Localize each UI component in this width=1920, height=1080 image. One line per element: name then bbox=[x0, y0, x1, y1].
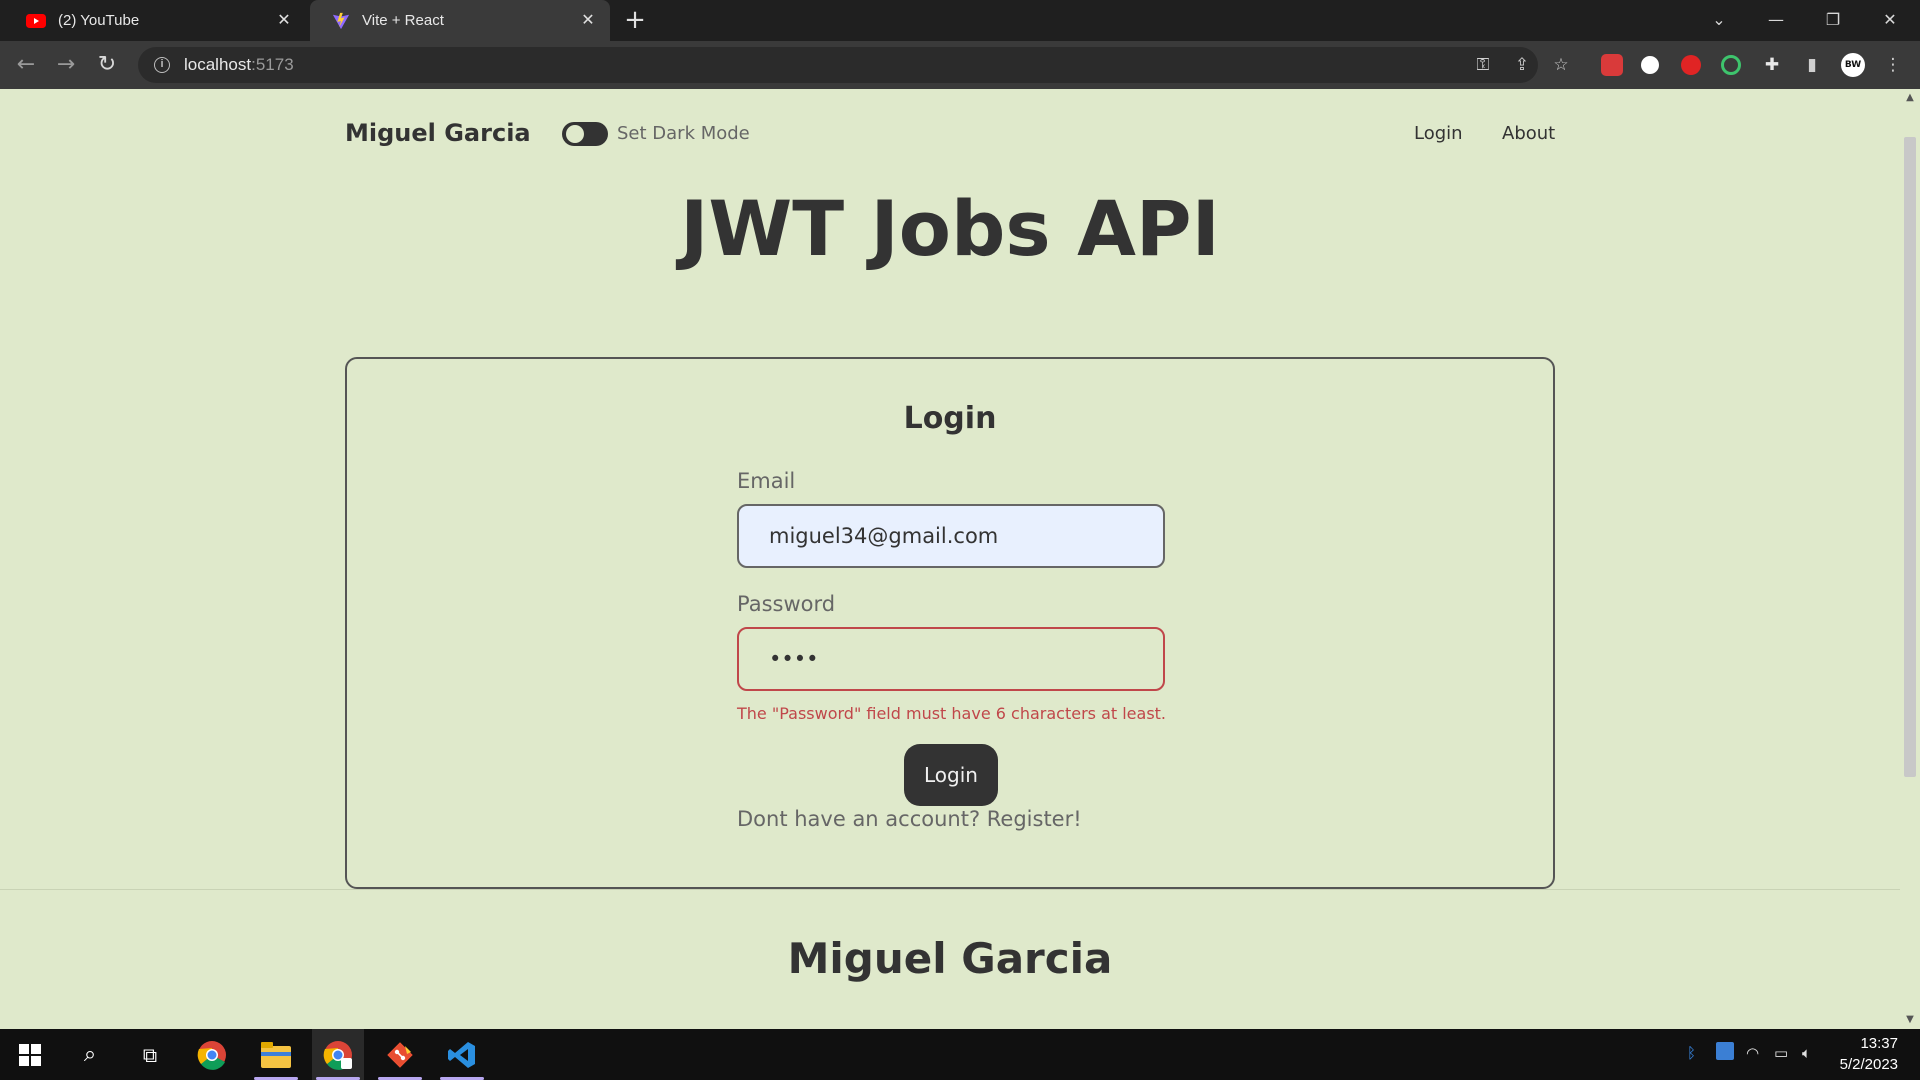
more-menu-icon[interactable]: ⋮ bbox=[1882, 54, 1904, 76]
taskbar-clock[interactable]: 13:37 5/2/2023 bbox=[1828, 1033, 1898, 1075]
login-button[interactable]: Login bbox=[904, 744, 998, 806]
search-icon[interactable]: ⌕ bbox=[64, 1029, 116, 1080]
address-bar[interactable]: i localhost:5173 bbox=[138, 47, 1538, 83]
scroll-down-icon[interactable]: ▼ bbox=[1904, 1015, 1916, 1025]
password-error-message: The "Password" field must have 6 charact… bbox=[737, 704, 1167, 723]
wifi-icon[interactable]: ◠ bbox=[1746, 1044, 1759, 1062]
share-icon[interactable]: ⇪ bbox=[1511, 54, 1533, 76]
windows-taskbar: ⌕ ⧉ ᛒ ◠ ▭ 🔈︎ 13:37 5/2/2023 bbox=[0, 1029, 1920, 1080]
tray-app-icon[interactable] bbox=[1716, 1042, 1734, 1060]
youtube-icon bbox=[26, 13, 46, 28]
git-icon[interactable] bbox=[374, 1029, 426, 1080]
scroll-up-icon[interactable]: ▲ bbox=[1904, 93, 1916, 103]
password-field[interactable]: •••• bbox=[737, 627, 1165, 691]
tab-title: (2) YouTube bbox=[58, 12, 140, 29]
bluetooth-icon[interactable]: ᛒ bbox=[1687, 1044, 1696, 1062]
page-viewport: Miguel Garcia Set Dark Mode Login About … bbox=[0, 89, 1900, 1029]
login-card: Login Email miguel34@gmail.com Password … bbox=[345, 357, 1555, 889]
key-icon[interactable]: ⚿ bbox=[1472, 54, 1494, 76]
tab-search-icon[interactable]: ⌄ bbox=[1691, 0, 1747, 41]
dark-mode-toggle[interactable] bbox=[562, 122, 608, 146]
vite-icon bbox=[332, 12, 350, 29]
register-link[interactable]: Dont have an account? Register! bbox=[737, 807, 1082, 831]
scroll-thumb[interactable] bbox=[1904, 137, 1916, 777]
close-tab-icon[interactable]: ✕ bbox=[578, 11, 598, 31]
password-label: Password bbox=[737, 592, 836, 616]
login-heading: Login bbox=[903, 401, 997, 436]
clock-date: 5/2/2023 bbox=[1839, 1056, 1898, 1073]
tab-vite-react[interactable]: Vite + React ✕ bbox=[310, 0, 610, 41]
side-panel-icon[interactable]: ▮ bbox=[1801, 54, 1823, 76]
browser-toolbar: ← → ↻ i localhost:5173 ⚿ ⇪ ☆ ✚ ▮ BW ⋮ bbox=[0, 41, 1920, 89]
task-view-icon[interactable]: ⧉ bbox=[124, 1029, 176, 1080]
ublock-icon[interactable] bbox=[1681, 55, 1701, 75]
volume-icon[interactable]: 🔈︎ bbox=[1802, 1044, 1811, 1062]
close-window-button[interactable]: ✕ bbox=[1862, 0, 1918, 41]
file-explorer-icon[interactable] bbox=[250, 1029, 302, 1080]
email-field[interactable]: miguel34@gmail.com bbox=[737, 504, 1165, 568]
restore-button[interactable]: ❐ bbox=[1805, 0, 1861, 41]
minimize-button[interactable]: — bbox=[1748, 0, 1804, 41]
battery-icon[interactable]: ▭ bbox=[1774, 1044, 1788, 1062]
tab-youtube[interactable]: (2) YouTube ✕ bbox=[4, 0, 306, 41]
footer-name: Miguel Garcia bbox=[787, 934, 1113, 983]
chrome-icon[interactable] bbox=[186, 1029, 238, 1080]
back-button[interactable]: ← bbox=[12, 51, 40, 79]
page-title: JWT Jobs API bbox=[680, 184, 1220, 273]
reload-button[interactable]: ↻ bbox=[93, 51, 121, 79]
chrome-profile-icon[interactable] bbox=[312, 1029, 364, 1080]
nav-link-login[interactable]: Login bbox=[1414, 123, 1463, 144]
browser-tab-bar: (2) YouTube ✕ Vite + React ✕ + ⌄ — ❐ ✕ bbox=[0, 0, 1920, 41]
new-tab-button[interactable]: + bbox=[622, 7, 648, 34]
dark-mode-label: Set Dark Mode bbox=[617, 123, 750, 144]
info-icon[interactable]: i bbox=[154, 57, 170, 73]
forward-button[interactable]: → bbox=[52, 51, 80, 79]
nav-link-about[interactable]: About bbox=[1502, 123, 1555, 144]
windows-start-icon[interactable] bbox=[4, 1029, 56, 1080]
extension-red-icon[interactable] bbox=[1601, 54, 1623, 76]
toggle-knob bbox=[566, 125, 584, 143]
extensions-puzzle-icon[interactable]: ✚ bbox=[1761, 54, 1783, 76]
email-label: Email bbox=[737, 469, 796, 493]
extension-green-icon[interactable] bbox=[1721, 55, 1741, 75]
clock-time: 13:37 bbox=[1860, 1035, 1898, 1052]
tab-title: Vite + React bbox=[362, 12, 444, 29]
profile-avatar[interactable]: BW bbox=[1841, 53, 1865, 77]
star-icon[interactable]: ☆ bbox=[1550, 54, 1572, 76]
navbar-brand[interactable]: Miguel Garcia bbox=[345, 119, 531, 147]
vscode-icon[interactable] bbox=[436, 1029, 488, 1080]
page-scrollbar[interactable]: ▲ ▼ bbox=[1900, 89, 1920, 1029]
extension-white-icon[interactable] bbox=[1641, 56, 1659, 74]
footer-divider bbox=[0, 889, 1900, 890]
url-text: localhost:5173 bbox=[184, 55, 294, 74]
close-tab-icon[interactable]: ✕ bbox=[274, 11, 294, 31]
